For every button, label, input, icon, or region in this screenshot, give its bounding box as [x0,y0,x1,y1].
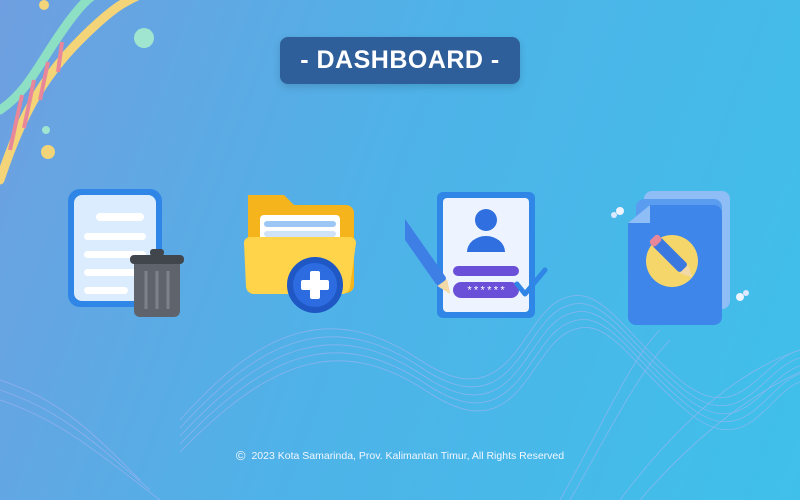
footer: © 2023 Kota Samarinda, Prov. Kalimantan … [0,448,800,463]
user-account-icon: ****** [405,192,548,318]
user-account-tile[interactable]: ****** [405,188,555,323]
files-edit-icon [611,191,749,325]
footer-text: 2023 Kota Samarinda, Prov. Kalimantan Ti… [251,449,565,462]
folder-add-icon [244,195,356,313]
add-folder-tile[interactable] [240,185,365,320]
copyright-icon: © [235,448,246,463]
page-title: - DASHBOARD - [280,37,520,84]
edit-files-tile[interactable] [600,185,760,330]
document-trash-icon [68,189,184,317]
dna-helix-decoration [0,0,154,185]
delete-document-tile[interactable] [62,185,184,325]
password-mask: ****** [466,286,506,298]
